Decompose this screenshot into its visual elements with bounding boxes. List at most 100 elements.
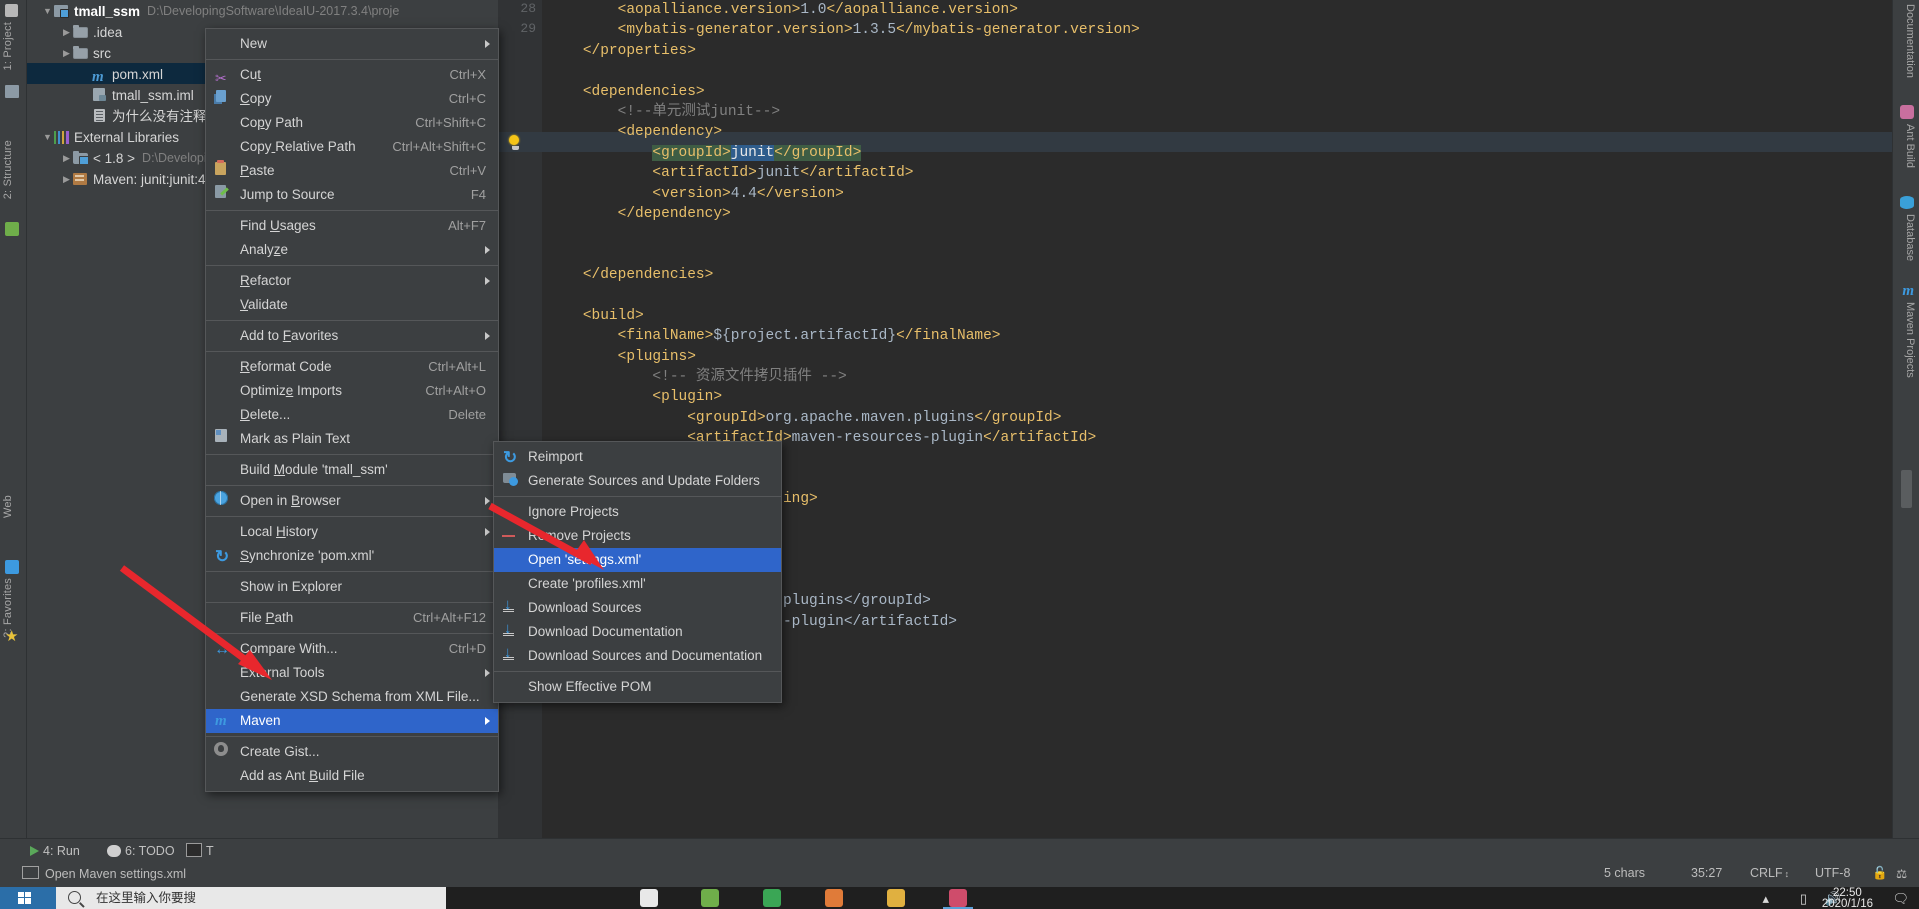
sidebar-item-web[interactable]: Web bbox=[2, 495, 14, 518]
menu-item-new[interactable]: New bbox=[206, 32, 498, 56]
menu-item-ignore-projects[interactable]: Ignore Projects bbox=[494, 500, 781, 524]
chevron-right-icon[interactable]: ▶ bbox=[60, 169, 73, 190]
menu-item-open-in-browser[interactable]: Open in Browser bbox=[206, 489, 498, 513]
menu-item-reimport[interactable]: Reimport bbox=[494, 445, 781, 470]
menu-item-local-history[interactable]: Local History bbox=[206, 520, 498, 544]
menu-item-file-path[interactable]: File Path Ctrl+Alt+F12 bbox=[206, 606, 498, 630]
menu-item-generate-xsd-schema-from-xml-file[interactable]: Generate XSD Schema from XML File... bbox=[206, 685, 498, 709]
intention-bulb-icon[interactable] bbox=[509, 135, 522, 150]
menu-item-validate[interactable]: Validate bbox=[206, 293, 498, 317]
menu-item-generate-sources-and-update-folders[interactable]: Generate Sources and Update Folders bbox=[494, 469, 781, 493]
menu-item-copy[interactable]: Copy Ctrl+C bbox=[206, 87, 498, 111]
chevron-up-icon[interactable]: ▴ bbox=[1762, 891, 1769, 907]
menu-item-copy-path[interactable]: Copy Path Ctrl+Shift+C bbox=[206, 111, 498, 135]
code-line: <dependencies> bbox=[582, 83, 705, 100]
todo-icon bbox=[107, 845, 121, 857]
menu-item-cut[interactable]: Cut Ctrl+X bbox=[206, 63, 498, 90]
sidebar-item-project-label: 1: Project bbox=[2, 22, 14, 71]
menu-item-build-module-tmall-ssm[interactable]: Build Module 'tmall_ssm' bbox=[206, 458, 498, 482]
menu-item-analyze[interactable]: Analyze bbox=[206, 238, 498, 262]
sidebar-item-structure[interactable]: 2: Structure bbox=[2, 140, 14, 199]
app2-taskbar-icon[interactable] bbox=[701, 889, 719, 907]
status-line-separator[interactable]: CRLF ↕ bbox=[1750, 866, 1789, 880]
folder-icon bbox=[73, 46, 90, 60]
project-context-menu[interactable]: New Cut Ctrl+X Copy Ctrl+C Copy Path Ctrl+Shif… bbox=[205, 28, 499, 792]
menu-item-reformat-code[interactable]: Reformat Code Ctrl+Alt+L bbox=[206, 355, 498, 379]
status-encoding[interactable]: UTF-8 bbox=[1815, 866, 1850, 880]
bottom-tab-todo[interactable]: 6: TODO bbox=[107, 842, 175, 860]
chevron-down-icon[interactable]: ▼ bbox=[41, 1, 54, 22]
sidebar-item-database[interactable]: Database bbox=[1904, 214, 1916, 261]
editor-code[interactable]: <aopalliance.version>1.0</aopalliance.ve… bbox=[548, 0, 1919, 838]
menu-item-add-to-favorites[interactable]: Add to Favorites bbox=[206, 324, 498, 348]
menu-separator bbox=[206, 320, 498, 321]
menu-item-label: Create 'profiles.xml' bbox=[528, 576, 646, 591]
right-scrollbar-thumb[interactable] bbox=[1901, 470, 1912, 508]
file-explorer-taskbar-icon[interactable] bbox=[887, 889, 905, 907]
sidebar-item-maven-projects[interactable]: Maven Projects bbox=[1904, 302, 1916, 378]
menu-item-add-as-ant-build-file[interactable]: Add as Ant Build File bbox=[206, 764, 498, 788]
menu-item-download-sources[interactable]: Download Sources bbox=[494, 593, 781, 620]
code-editor[interactable]: 28 29 <aopalliance.version>1.0</aopallian… bbox=[498, 0, 1919, 838]
menu-item-accelerator: Delete bbox=[448, 407, 486, 422]
download-icon bbox=[503, 641, 516, 665]
submenu-arrow-icon bbox=[485, 246, 490, 254]
menu-item-refactor[interactable]: Refactor bbox=[206, 269, 498, 293]
download-icon bbox=[503, 617, 516, 641]
menu-item-delete[interactable]: Delete... Delete bbox=[206, 403, 498, 427]
menu-item-compare-with[interactable]: Compare With... Ctrl+D bbox=[206, 637, 498, 662]
notifications-icon[interactable]: 🗨 bbox=[1892, 891, 1909, 907]
status-caret-position[interactable]: 35:27 bbox=[1691, 866, 1722, 880]
chrome-taskbar-icon[interactable] bbox=[640, 889, 658, 907]
menu-item-accelerator: Ctrl+Shift+C bbox=[415, 115, 486, 130]
menu-item-maven[interactable]: m Maven bbox=[206, 709, 498, 733]
menu-item-create-gist[interactable]: Create Gist... bbox=[206, 740, 498, 764]
sidebar-item-documentation-label: Documentation bbox=[1904, 4, 1916, 78]
app4-taskbar-icon[interactable] bbox=[825, 889, 843, 907]
chevron-down-icon[interactable]: ▼ bbox=[41, 127, 54, 148]
menu-item-copy-relative-path[interactable]: Copy Relative Path Ctrl+Alt+Shift+C bbox=[206, 135, 498, 159]
submenu-arrow-icon bbox=[485, 497, 490, 505]
chevron-right-icon[interactable]: ▶ bbox=[60, 43, 73, 64]
menu-item-label: Create Gist... bbox=[240, 744, 320, 759]
menu-separator bbox=[206, 59, 498, 60]
menu-item-mark-as-plain-text[interactable]: Mark as Plain Text bbox=[206, 427, 498, 451]
network-icon[interactable]: ▯ bbox=[1800, 891, 1807, 907]
web-icon bbox=[5, 560, 19, 574]
menu-item-paste[interactable]: Paste Ctrl+V bbox=[206, 159, 498, 183]
menu-item-show-in-explorer[interactable]: Show in Explorer bbox=[206, 575, 498, 599]
sidebar-item-project[interactable]: 1: Project bbox=[2, 22, 14, 70]
bottom-tab-run[interactable]: 4: Run bbox=[30, 842, 80, 860]
chevron-right-icon[interactable]: ▶ bbox=[60, 22, 73, 43]
maven-submenu[interactable]: Reimport Generate Sources and Update Fold… bbox=[493, 441, 782, 703]
sidebar-item-ant-build[interactable]: Ant Build bbox=[1904, 124, 1916, 168]
menu-item-find-usages[interactable]: Find Usages Alt+F7 bbox=[206, 214, 498, 238]
mark-plain-text-icon bbox=[215, 429, 227, 442]
generate-sources-icon bbox=[503, 473, 518, 486]
start-button[interactable] bbox=[0, 887, 56, 909]
taskbar-search-input[interactable]: 在这里输入你要搜 bbox=[56, 887, 446, 909]
bottom-tab-terminal[interactable]: T bbox=[186, 842, 214, 860]
jump-to-source-icon bbox=[215, 185, 226, 198]
status-inspection-icon[interactable]: ⚖ bbox=[1896, 866, 1907, 881]
taskbar-clock[interactable]: 22:50 2020/1/16 bbox=[1822, 887, 1873, 909]
menu-item-optimize-imports[interactable]: Optimize Imports Ctrl+Alt+O bbox=[206, 379, 498, 403]
menu-item-download-sources-and-documentation[interactable]: Download Sources and Documentation bbox=[494, 641, 781, 668]
menu-item-open-settings-xml[interactable]: Open 'settings.xml' bbox=[494, 548, 781, 572]
menu-item-show-effective-pom[interactable]: Show Effective POM bbox=[494, 675, 781, 699]
menu-item-external-tools[interactable]: External Tools bbox=[206, 661, 498, 685]
sidebar-item-documentation[interactable]: Documentation bbox=[1904, 4, 1916, 78]
chevron-right-icon[interactable]: ▶ bbox=[60, 148, 73, 169]
menu-item-synchronize-pom-xml[interactable]: Synchronize 'pom.xml' bbox=[206, 544, 498, 569]
menu-item-create-profiles-xml[interactable]: Create 'profiles.xml' bbox=[494, 572, 781, 596]
tree-item-label: tmall_ssm.iml bbox=[112, 87, 194, 103]
submenu-arrow-icon bbox=[485, 332, 490, 340]
intellij-idea-taskbar-icon[interactable] bbox=[949, 889, 967, 907]
menu-item-download-documentation[interactable]: Download Documentation bbox=[494, 617, 781, 644]
app3-taskbar-icon[interactable] bbox=[763, 889, 781, 907]
menu-item-jump-to-source[interactable]: Jump to Source F4 bbox=[206, 183, 498, 207]
status-lock-icon[interactable]: 🔓 bbox=[1872, 866, 1888, 881]
menu-item-remove-projects[interactable]: Remove Projects bbox=[494, 524, 781, 548]
tree-item-tmall-ssm[interactable]: ▼ tmall_ssm D:\DevelopingSoftware\IdeaIU-2… bbox=[27, 0, 497, 21]
